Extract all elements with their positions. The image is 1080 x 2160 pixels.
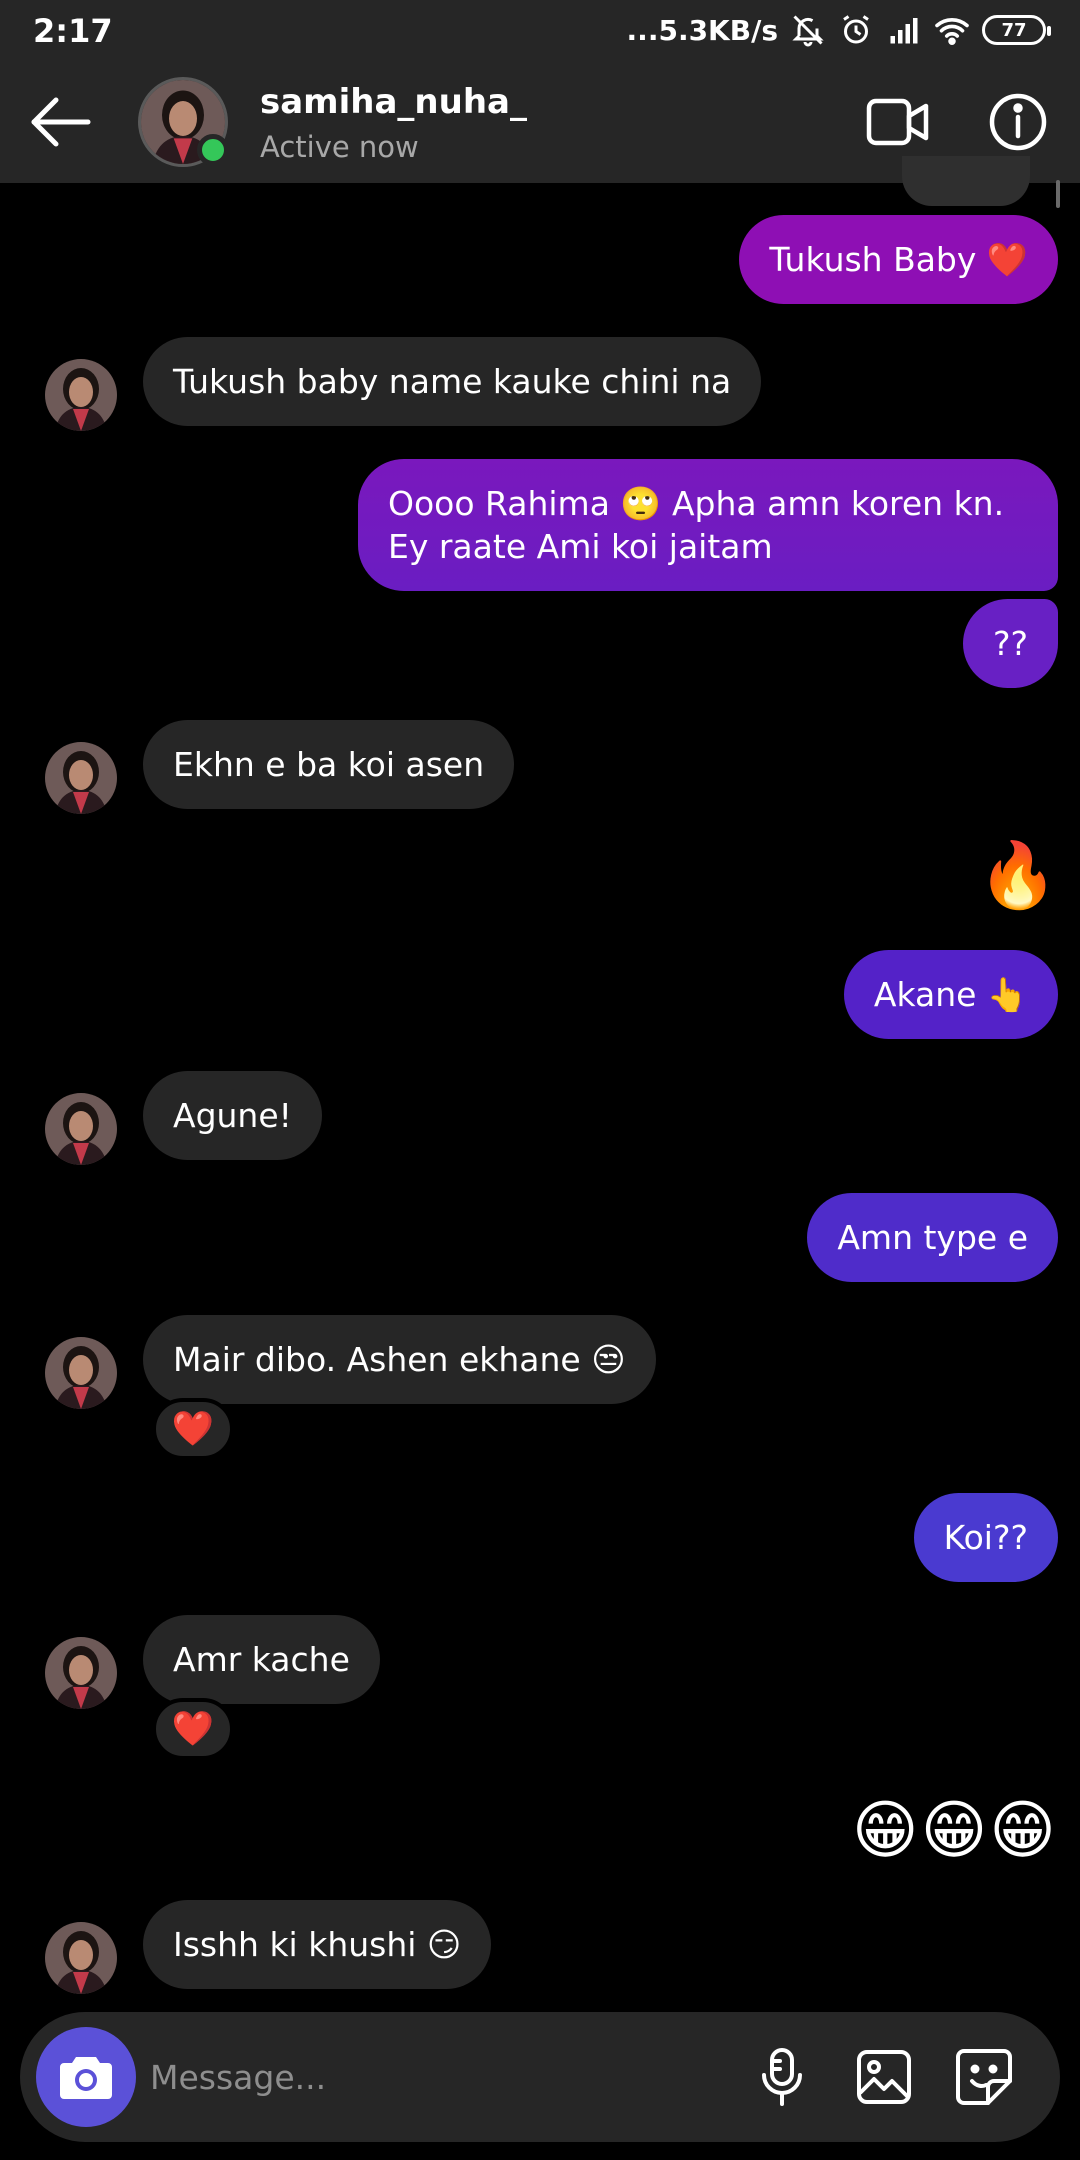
sender-avatar[interactable] — [45, 1337, 117, 1409]
network-speed: ...5.3KB/s — [626, 13, 778, 47]
sender-avatar[interactable] — [45, 1922, 117, 1994]
sender-avatar[interactable] — [45, 359, 117, 431]
message-composer — [20, 2012, 1060, 2142]
sender-avatar[interactable] — [45, 1637, 117, 1709]
sender-avatar[interactable] — [45, 1093, 117, 1165]
sent-message[interactable]: Koi?? — [913, 1493, 1058, 1582]
sent-message[interactable]: Tukush Baby ❤️ — [739, 215, 1058, 304]
microphone-button[interactable] — [750, 2045, 814, 2109]
battery-icon: 77 — [982, 15, 1051, 45]
sent-message[interactable]: Oooo Rahima 🙄 Apha amn koren kn. Ey raat… — [358, 459, 1058, 591]
heart-reaction[interactable]: ❤️ — [152, 1698, 234, 1760]
sent-message[interactable]: ?? — [962, 599, 1058, 688]
sticker-icon — [956, 2049, 1012, 2105]
heart-reaction-emoji: ❤️ — [171, 1409, 215, 1449]
received-message[interactable]: Tukush baby name kauke chini na — [143, 337, 762, 426]
alarm-icon — [843, 15, 869, 44]
video-camera-icon — [866, 98, 929, 146]
status-time: 2:17 — [33, 12, 113, 50]
scrollbar[interactable] — [1056, 180, 1060, 208]
back-arrow-icon — [31, 97, 91, 147]
active-status: Active now — [260, 130, 419, 164]
received-message[interactable]: Ekhn e ba koi asen — [143, 720, 515, 809]
heart-reaction-emoji: ❤️ — [171, 1709, 215, 1749]
bell-muted-icon — [792, 15, 824, 47]
sticker-button[interactable] — [952, 2045, 1016, 2109]
sent-message[interactable]: Amn type e — [807, 1193, 1058, 1282]
online-indicator — [197, 134, 229, 166]
received-message[interactable]: Mair dibo. Ashen ekhane 😒 — [143, 1315, 656, 1404]
gallery-icon — [857, 2050, 911, 2104]
received-message[interactable]: Agune! — [143, 1071, 322, 1160]
received-message[interactable]: Amr kache — [143, 1615, 380, 1704]
sender-avatar[interactable] — [45, 742, 117, 814]
chat-username[interactable]: samiha_nuha_ — [260, 82, 527, 122]
camera-icon — [60, 2057, 112, 2099]
sent-message[interactable]: Akane 👆 — [843, 950, 1058, 1039]
header-avatar[interactable] — [138, 77, 229, 167]
partial-message-bubble — [902, 156, 1030, 206]
message-input[interactable] — [150, 2050, 730, 2104]
received-message[interactable]: Isshh ki khushi 😏 — [143, 1900, 492, 1989]
status-icons: ...5.3KB/s 77 — [626, 10, 1051, 50]
signal-icon — [890, 18, 918, 44]
info-button[interactable] — [984, 88, 1052, 156]
wifi-icon — [935, 18, 969, 46]
video-call-button[interactable] — [862, 90, 934, 154]
gallery-button[interactable] — [852, 2045, 916, 2109]
back-button[interactable] — [28, 90, 92, 154]
status-bar: 2:17 ...5.3KB/s 77 — [0, 0, 1080, 62]
info-icon — [989, 93, 1047, 151]
sent-emoji-message[interactable]: 🔥 — [978, 840, 1058, 912]
battery-level: 77 — [1001, 19, 1027, 41]
sent-emoji-message[interactable]: 😁😁😁 — [852, 1795, 1058, 1867]
microphone-icon — [762, 2048, 802, 2106]
heart-reaction[interactable]: ❤️ — [152, 1398, 234, 1460]
camera-button[interactable] — [36, 2027, 136, 2127]
